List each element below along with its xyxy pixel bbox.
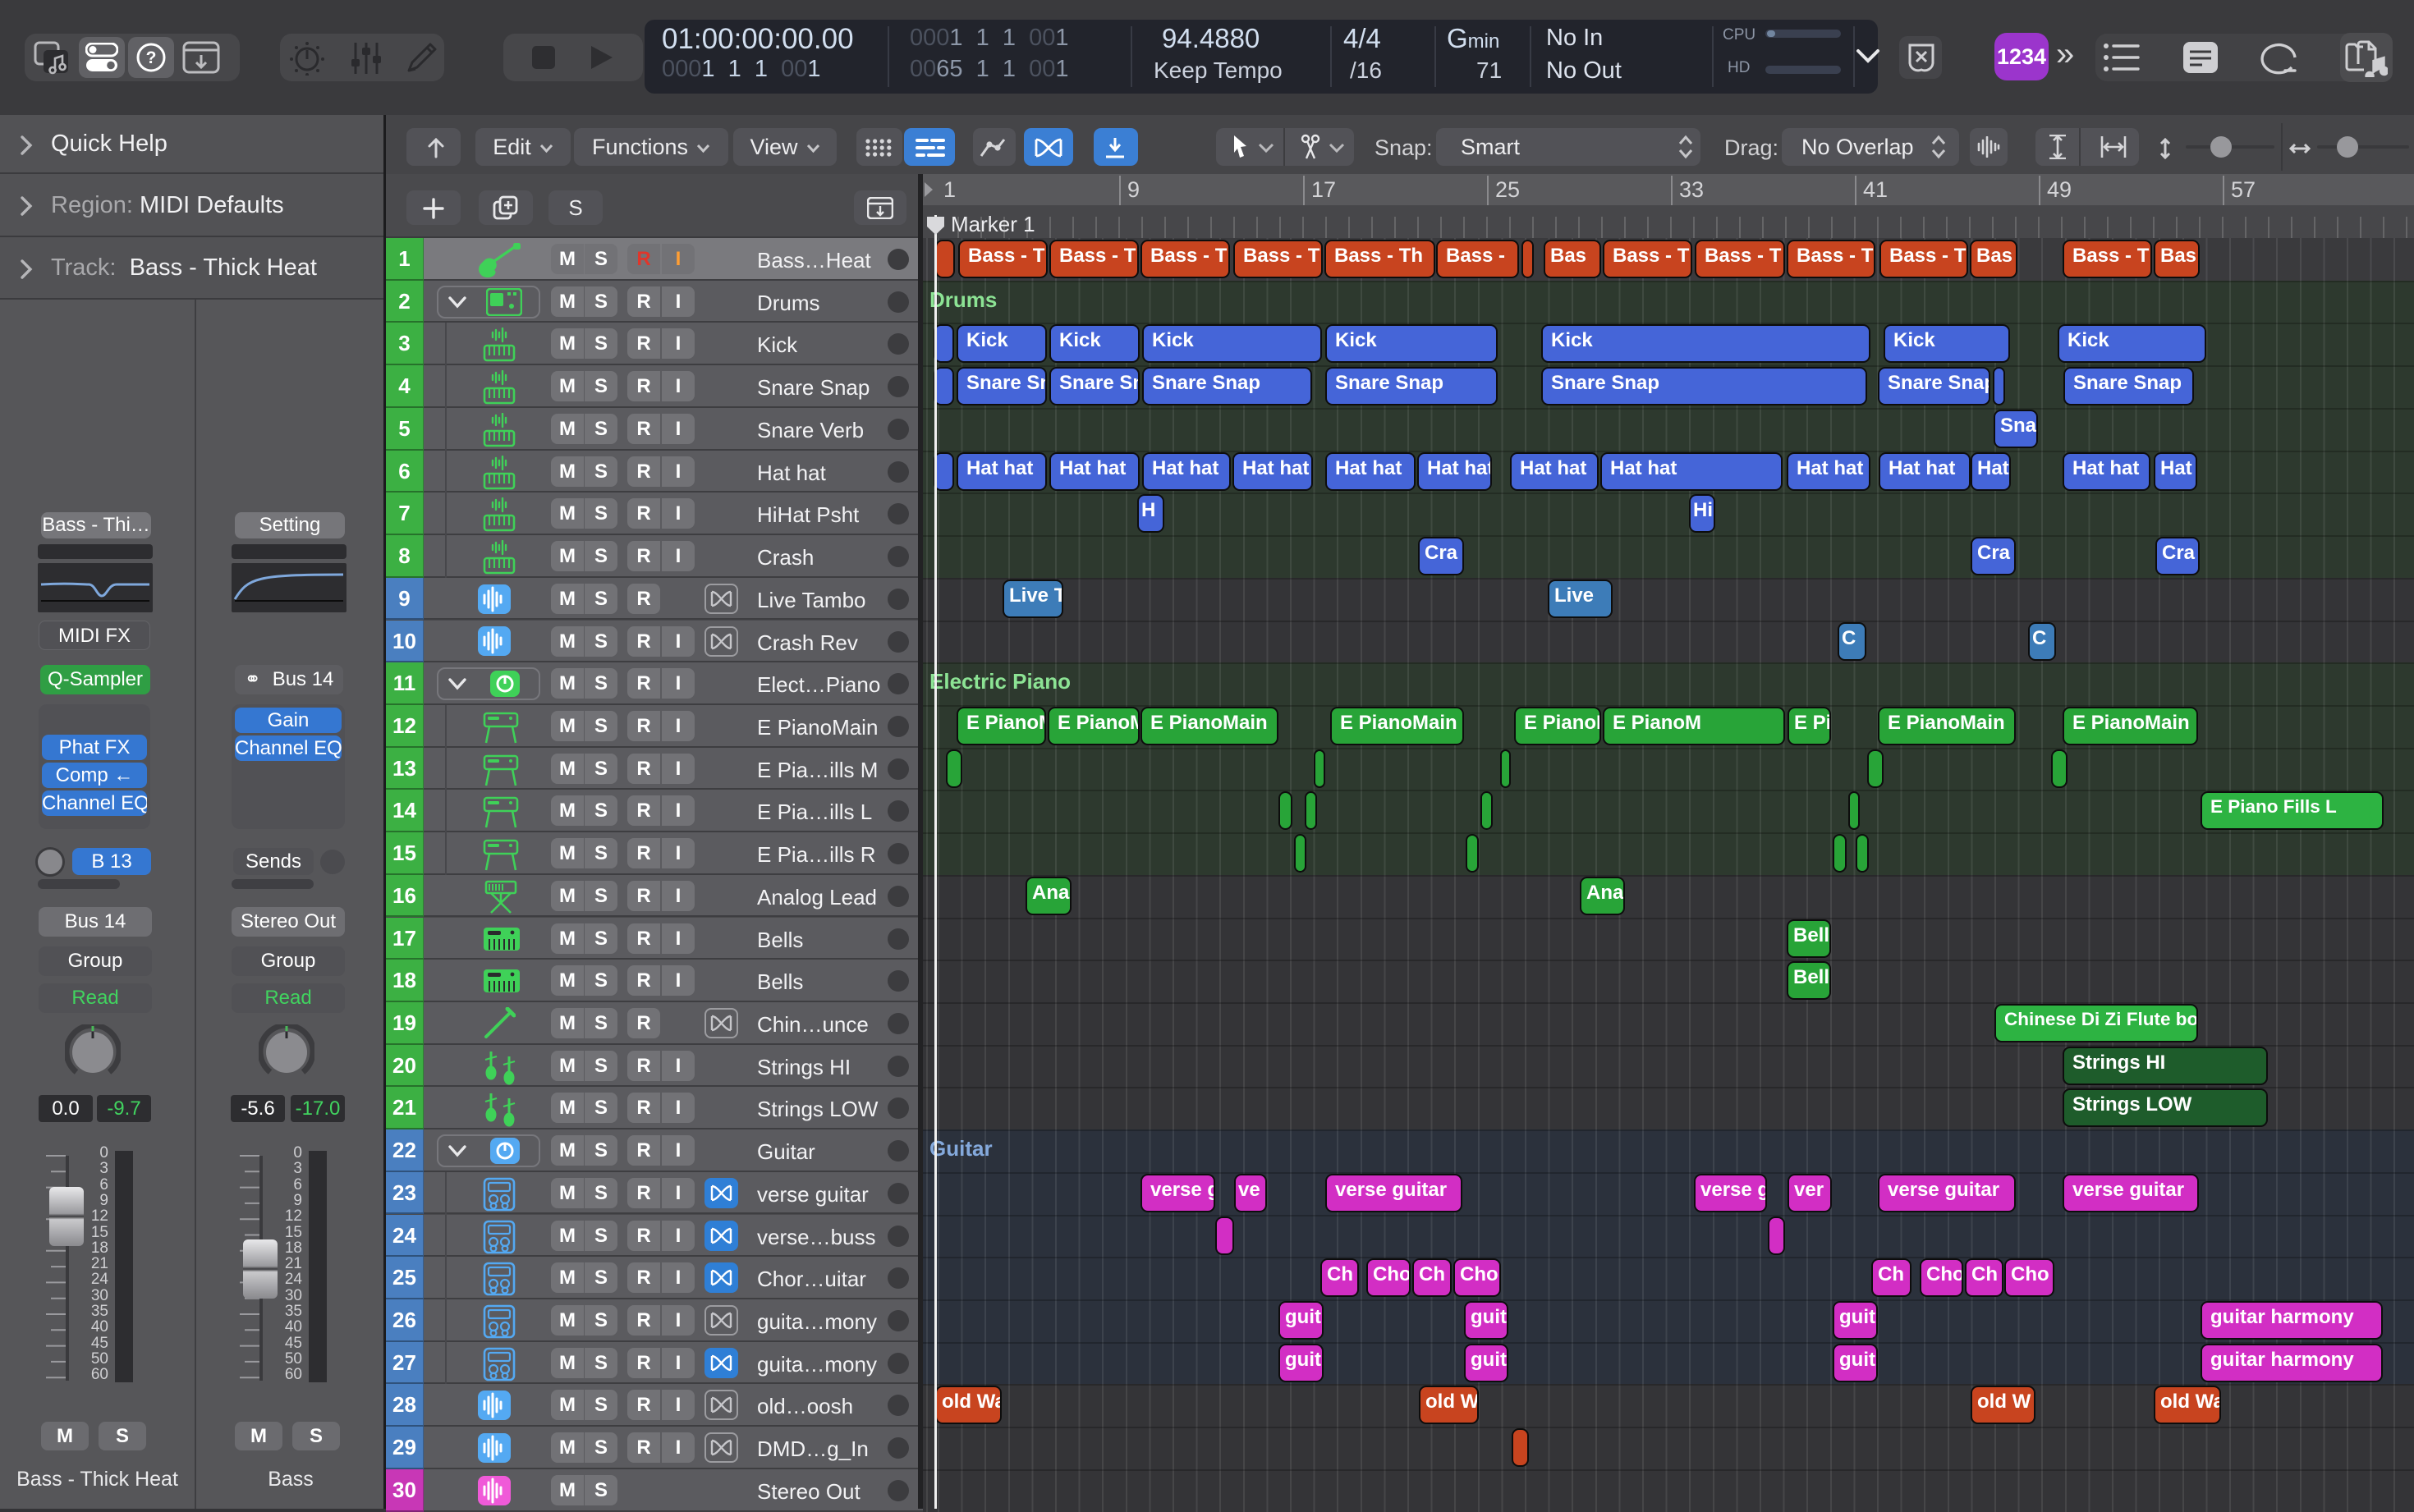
svg-text:?: ? bbox=[146, 48, 157, 67]
